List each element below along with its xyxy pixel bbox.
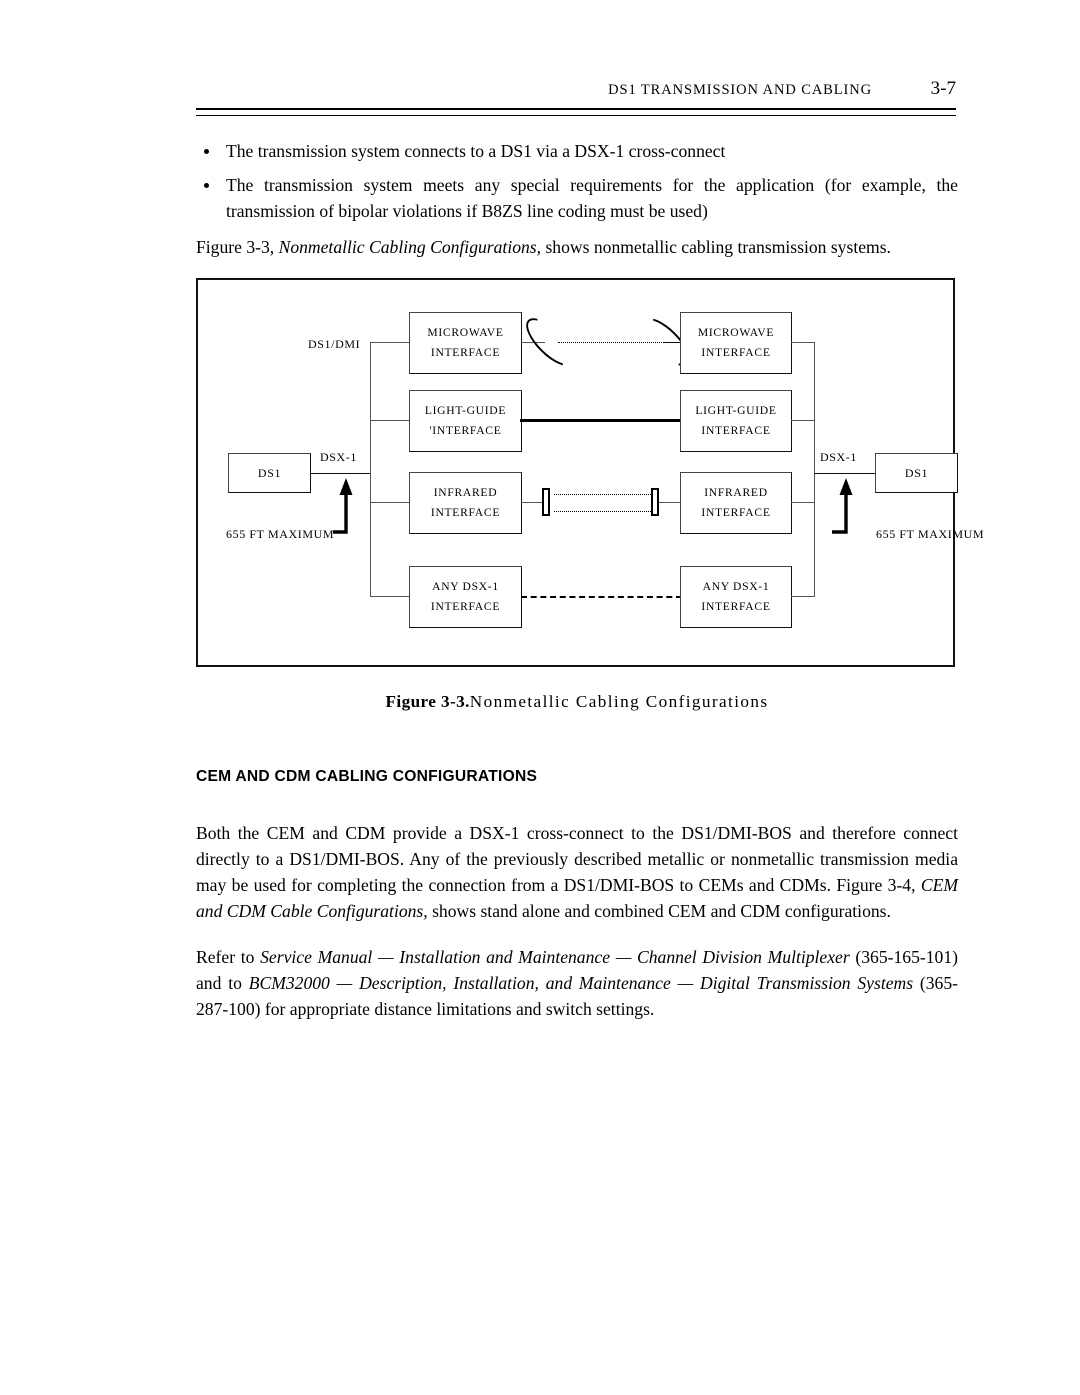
intro-text-before: Figure 3-3, <box>196 237 279 257</box>
microwave-left-stub-wire <box>370 342 410 343</box>
page-number: 3-7 <box>930 78 956 99</box>
intro-figure-title: Nonmetallic Cabling Configurations, <box>278 237 542 257</box>
left-distance-label: 655 FT MAXIMUM <box>226 523 334 545</box>
list-item: The transmission system meets any specia… <box>196 172 958 224</box>
infrared-right-stub-wire <box>791 502 815 503</box>
header-rule <box>196 108 956 116</box>
microwave-right-antenna-wire <box>664 342 681 343</box>
list-item-text: The transmission system meets any specia… <box>226 175 958 221</box>
right-distance-line2: MAXIMUM <box>918 527 985 541</box>
header-title: DS1 TRANSMISSION AND CABLING <box>608 82 872 98</box>
figure-3-3: DS1 DSX-1 DS1/DMI 655 FT MAXIMUM MICROWA… <box>196 278 984 667</box>
any-dsx1-interface-left-box: ANY DSX-1 INTERFACE <box>409 566 522 628</box>
anydsx-dashed-link <box>521 596 682 598</box>
anydsx-left-line2: INTERFACE <box>430 600 501 613</box>
lightguide-interface-right-box: LIGHT-GUIDE INTERFACE <box>680 390 792 452</box>
lightguide-right-line2: INTERFACE <box>701 424 771 437</box>
infrared-right-line2: INTERFACE <box>701 506 771 519</box>
microwave-right-line1: MICROWAVE <box>697 326 775 339</box>
lightguide-left-stub-wire <box>370 420 410 421</box>
infrared-beam-upper <box>554 494 651 495</box>
lightguide-interface-left-box: LIGHT-GUIDE 'INTERFACE <box>409 390 522 452</box>
infrared-right-line1: INFRARED <box>704 486 768 499</box>
figure-caption: Figure 3-3.Nonmetallic Cabling Configura… <box>196 692 958 712</box>
left-distance-arrow-icon <box>333 478 353 534</box>
left-ds1-label: DS1 <box>257 465 282 480</box>
anydsx-left-line1: ANY DSX-1 <box>432 580 499 593</box>
figure-caption-number: Figure 3-3. <box>385 692 470 711</box>
bullet-list: The transmission system connects to a DS… <box>196 138 958 224</box>
intro-text-after: shows nonmetallic cabling transmission s… <box>541 237 891 257</box>
page-header: DS1 TRANSMISSION AND CABLING 3-7 <box>196 78 956 100</box>
left-dsx1-label: DSX-1 <box>320 450 358 464</box>
infrared-left-lens-wire <box>521 502 543 503</box>
infrared-interface-right-box: INFRARED INTERFACE <box>680 472 792 534</box>
right-distance-label: 655 FT MAXIMUM <box>876 523 984 545</box>
left-distance-line1: 655 FT <box>226 527 265 541</box>
infrared-left-line1: INFRARED <box>433 486 498 499</box>
microwave-right-line2: INTERFACE <box>701 346 771 359</box>
lightguide-fiber-link <box>520 419 682 422</box>
section-heading: CEM AND CDM CABLING CONFIGURATIONS <box>196 768 538 785</box>
right-trunk-wire <box>814 342 815 596</box>
left-distance-line2: MAXIMUM <box>268 527 335 541</box>
anydsx-left-stub-wire <box>370 596 410 597</box>
list-item-text: The transmission system connects to a DS… <box>226 141 726 161</box>
right-distance-line1: 655 FT <box>876 527 915 541</box>
ds1-dmi-label: DS1/DMI <box>308 337 361 351</box>
infrared-right-lens-wire <box>659 502 681 503</box>
p2-reference-1: Service Manual — Installation and Mainte… <box>260 947 850 967</box>
p2-reference-2: BCM32000 — Description, Installation, an… <box>248 973 914 993</box>
bullet-dot-icon <box>204 183 209 188</box>
left-trunk-wire <box>370 342 371 596</box>
microwave-right-stub-wire <box>791 342 815 343</box>
infrared-interface-left-box: INFRARED INTERFACE <box>409 472 522 534</box>
infrared-left-line2: INTERFACE <box>430 506 501 519</box>
infrared-beam-lower <box>554 511 651 512</box>
figure-caption-title: Nonmetallic Cabling Configurations <box>469 692 769 711</box>
microwave-left-line2: INTERFACE <box>430 346 501 359</box>
any-dsx1-interface-right-box: ANY DSX-1 INTERFACE <box>680 566 792 628</box>
microwave-interface-right-box: MICROWAVE INTERFACE <box>680 312 792 374</box>
p1-part1: Both the CEM and CDM provide a DSX-1 cro… <box>196 823 958 895</box>
anydsx-right-line1: ANY DSX-1 <box>702 580 770 593</box>
p1-part2: shows stand alone and combined CEM and C… <box>427 901 891 921</box>
p2-part1: Refer to <box>196 947 261 967</box>
right-ds1-label: DS1 <box>904 465 929 480</box>
lightguide-left-line1: LIGHT-GUIDE <box>424 404 507 417</box>
left-ds1-box: DS1 <box>228 453 311 493</box>
right-dsx1-label: DSX-1 <box>820 450 858 464</box>
lightguide-right-line1: LIGHT-GUIDE <box>695 404 777 417</box>
lightguide-left-line2: 'INTERFACE <box>429 424 502 437</box>
anydsx-right-stub-wire <box>791 596 815 597</box>
right-trunk-to-ds1-wire <box>814 473 876 474</box>
left-ds1-to-trunk-wire <box>310 473 371 474</box>
figure-intro-paragraph: Figure 3-3, Nonmetallic Cabling Configur… <box>196 234 958 260</box>
infrared-right-lens-icon <box>651 488 659 516</box>
paragraph-cem-cdm-overview: Both the CEM and CDM provide a DSX-1 cro… <box>196 820 958 924</box>
lightguide-right-stub-wire <box>791 420 815 421</box>
bullet-dot-icon <box>204 149 209 154</box>
infrared-left-lens-icon <box>542 488 550 516</box>
infrared-left-stub-wire <box>370 502 410 503</box>
anydsx-right-line2: INTERFACE <box>701 600 771 613</box>
paragraph-references: Refer to Service Manual — Installation a… <box>196 944 958 1022</box>
list-item: The transmission system connects to a DS… <box>196 138 958 164</box>
microwave-interface-left-box: MICROWAVE INTERFACE <box>409 312 522 374</box>
microwave-left-line1: MICROWAVE <box>427 326 504 339</box>
